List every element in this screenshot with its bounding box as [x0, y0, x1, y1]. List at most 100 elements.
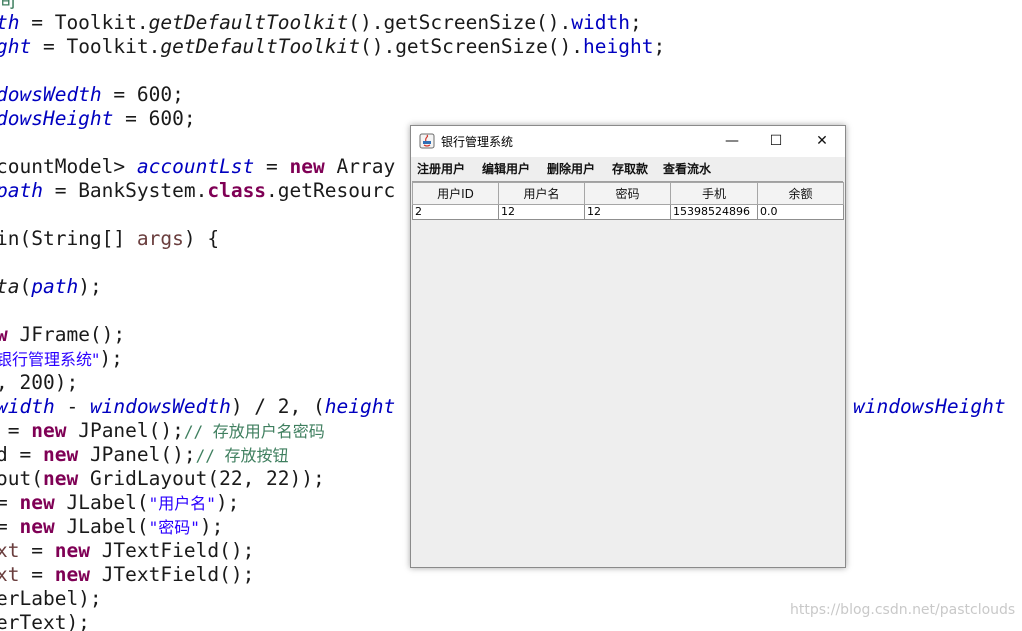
- maximize-icon: ☐: [769, 133, 783, 149]
- code-token: new: [42, 443, 79, 466]
- code-token: );: [78, 275, 102, 298]
- code-token: (: [19, 275, 32, 298]
- code-token: , 200);: [0, 371, 79, 394]
- code-token: =: [0, 515, 8, 538]
- code-token: path: [0, 179, 43, 202]
- code-token: );: [99, 347, 123, 370]
- java-icon: [419, 133, 435, 149]
- code-token: args: [136, 227, 184, 250]
- code-token: =: [0, 491, 8, 514]
- code-line: ta(path);: [0, 275, 102, 299]
- code-token: new: [289, 155, 325, 178]
- table-cell[interactable]: 0.0: [757, 204, 844, 220]
- table-row[interactable]: 2 12 12 15398524896 0.0: [412, 204, 844, 220]
- code-token: = 600;: [101, 83, 184, 106]
- window-title: 银行管理系统: [441, 135, 514, 149]
- code-token: JTextField();: [89, 539, 255, 562]
- maximize-button[interactable]: ☐: [753, 126, 799, 156]
- code-token: dowsHeight: [0, 107, 114, 130]
- table-cell[interactable]: 15398524896: [670, 204, 758, 220]
- code-string: "密码": [148, 518, 200, 537]
- code-token: erText);: [0, 611, 90, 631]
- code-line: w JFrame();: [0, 323, 125, 347]
- menu-delete-user[interactable]: 删除用户: [547, 160, 595, 177]
- code-token: in(String[]: [0, 227, 137, 250]
- code-token: JFrame();: [7, 323, 126, 346]
- code-token-overflow: windowsHeight: [853, 395, 1006, 419]
- code-token: accountLst: [136, 155, 255, 178]
- code-token: = 600;: [113, 107, 196, 130]
- column-header-balance[interactable]: 余额: [757, 182, 844, 205]
- menu-edit-user[interactable]: 编辑用户: [482, 160, 530, 177]
- code-token: -: [54, 395, 90, 418]
- code-token: erLabel);: [0, 587, 102, 610]
- code-token: xt: [0, 563, 20, 586]
- code-token: =: [7, 419, 20, 442]
- code-line: = new JPanel();// 存放用户名密码: [0, 419, 325, 444]
- table-header-row: 用户ID 用户名 密码 手机 余额: [412, 182, 844, 205]
- code-token: ;: [653, 35, 666, 58]
- code-line: path = BankSystem.class.getResourc: [0, 179, 395, 203]
- column-header-phone[interactable]: 手机: [670, 182, 758, 205]
- code-line: dowsHeight = 600;: [0, 107, 196, 131]
- table-cell[interactable]: 12: [498, 204, 585, 220]
- column-header-password[interactable]: 密码: [584, 182, 671, 205]
- code-token: GridLayout(22, 22));: [78, 467, 325, 490]
- code-line: xt = new JTextField();: [0, 539, 254, 563]
- code-line: , 200);: [0, 371, 78, 395]
- code-token: new: [19, 515, 55, 538]
- code-token: ) {: [183, 227, 220, 250]
- code-string: "用户名": [148, 494, 216, 513]
- code-token: JLabel(: [54, 515, 149, 538]
- code-line: out(new GridLayout(22, 22));: [0, 467, 325, 491]
- code-token: windowsWedth: [89, 395, 231, 418]
- user-table[interactable]: 用户ID 用户名 密码 手机 余额 2 12 12 15398524896 0.…: [412, 182, 844, 220]
- close-button[interactable]: ✕: [799, 126, 845, 156]
- code-token: ().getScreenSize().: [348, 11, 572, 34]
- code-line: erText);: [0, 611, 90, 631]
- menu-view-transactions[interactable]: 查看流水: [663, 160, 711, 177]
- code-token: height: [324, 395, 396, 418]
- code-token: windowsHeight: [853, 395, 1006, 418]
- code-token: );: [215, 491, 240, 514]
- bank-system-window[interactable]: 银行管理系统 — ☐ ✕ 注册用户 编辑用户 删除用户 存取款 查看流水 用户I…: [410, 125, 846, 568]
- code-line: xt = new JTextField();: [0, 563, 254, 587]
- menu-bar: 注册用户 编辑用户 删除用户 存取款 查看流水: [411, 157, 845, 179]
- code-token: ().getScreenSize().: [359, 35, 584, 58]
- code-token: new: [54, 563, 90, 586]
- code-line: countModel> accountLst = new Array: [0, 155, 395, 179]
- code-token: width: [0, 395, 55, 418]
- code-line: 银行管理系统");: [0, 347, 123, 372]
- code-token: = BankSystem.: [42, 179, 208, 202]
- code-token: dowsWedth: [0, 83, 102, 106]
- column-header-user-id[interactable]: 用户ID: [412, 182, 499, 205]
- close-icon: ✕: [816, 133, 828, 149]
- code-token: JPanel();: [78, 443, 196, 466]
- code-token: d =: [0, 443, 43, 466]
- minimize-button[interactable]: —: [709, 126, 755, 156]
- user-table-scrollpane[interactable]: 用户ID 用户名 密码 手机 余额 2 12 12 15398524896 0.…: [412, 181, 844, 566]
- code-line: = new JLabel("密码");: [0, 515, 223, 540]
- menu-register-user[interactable]: 注册用户: [417, 160, 465, 177]
- code-token: = Toolkit.: [19, 11, 149, 34]
- code-token: w: [0, 323, 8, 346]
- code-token: height: [583, 35, 654, 58]
- code-token: JTextField();: [89, 563, 255, 586]
- code-token: ta: [0, 275, 20, 298]
- code-line: d = new JPanel();// 存放按钮: [0, 443, 289, 468]
- code-token: );: [199, 515, 224, 538]
- menu-deposit-withdraw[interactable]: 存取款: [612, 160, 648, 177]
- code-token: ) / 2, (: [230, 395, 325, 418]
- code-token: =: [254, 155, 290, 178]
- code-token: new: [42, 467, 79, 490]
- title-bar[interactable]: 银行管理系统 — ☐ ✕: [411, 126, 845, 157]
- code-token: .getResourc: [266, 179, 396, 202]
- code-token: class: [207, 179, 267, 202]
- code-token: ght: [0, 35, 32, 58]
- code-token: width: [571, 11, 630, 34]
- code-token: xt: [0, 539, 20, 562]
- table-cell[interactable]: 12: [584, 204, 671, 220]
- column-header-username[interactable]: 用户名: [498, 182, 585, 205]
- code-token: out(: [0, 467, 43, 490]
- table-cell[interactable]: 2: [412, 204, 499, 220]
